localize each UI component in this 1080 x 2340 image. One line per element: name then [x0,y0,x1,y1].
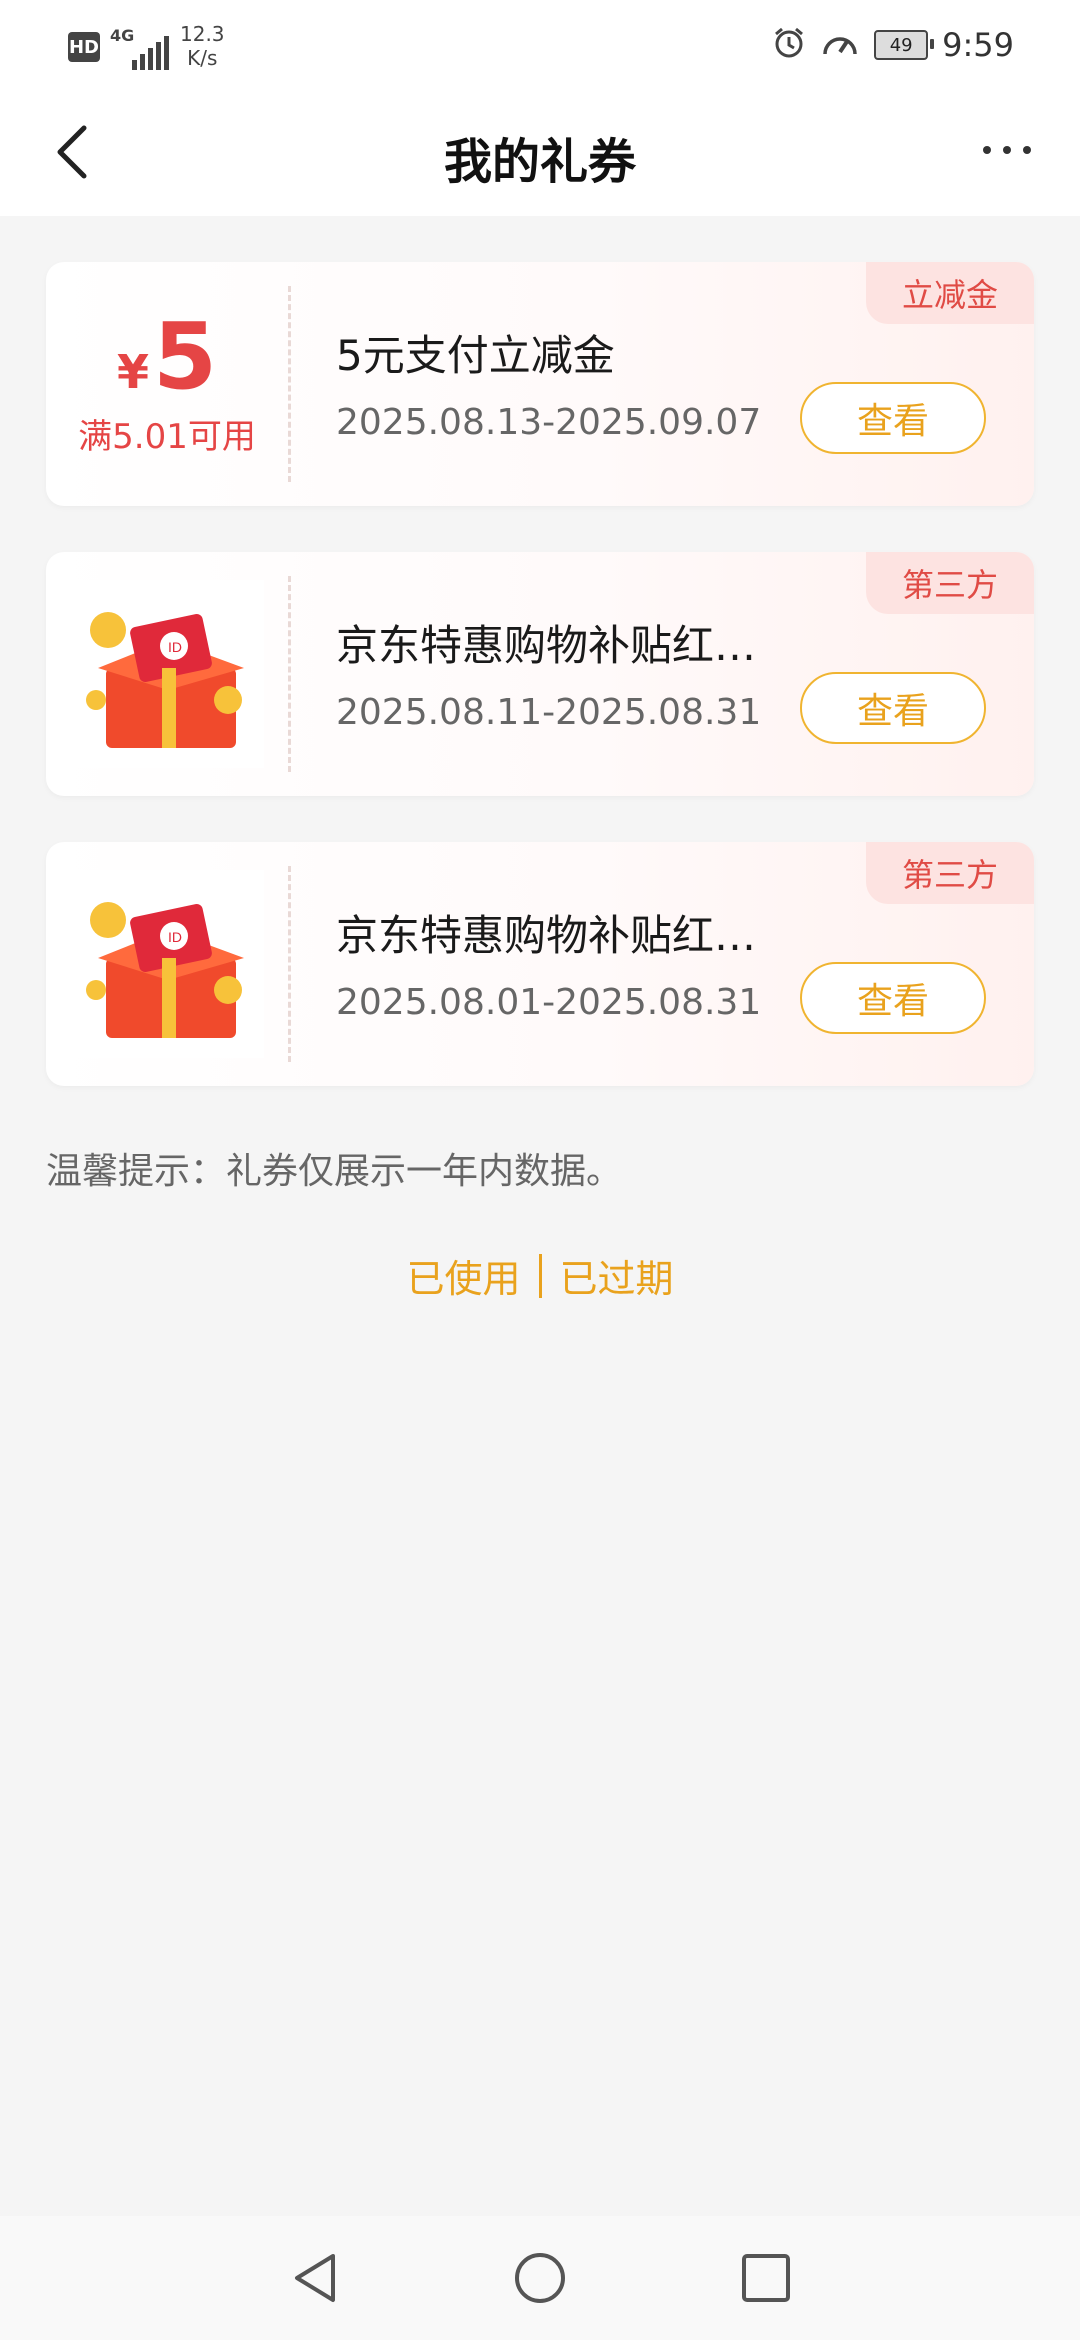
battery-icon: 49 [874,30,935,60]
more-options-button[interactable] [972,130,1042,170]
nav-home-button[interactable] [512,2250,568,2306]
coupon-title: 5元支付立减金 [336,331,615,380]
circle-home-icon [515,2253,565,2303]
expired-link[interactable]: 已过期 [560,1248,674,1303]
page-title: 我的礼券 [443,134,636,190]
dot-icon [1003,146,1011,154]
view-button[interactable]: 查看 [800,962,986,1034]
clock: 9:59 [942,26,1014,64]
view-button[interactable]: 查看 [800,672,986,744]
coupon-date: 2025.08.13-2025.09.07 [336,402,762,443]
coupon-card[interactable]: 第三方 ID 京东特惠购物补贴红… 2025.08.11-2025.08.31 … [46,552,1034,796]
coupon-card[interactable]: 第三方 ID 京东特惠购物补贴红… 2025.08.01-2025.08.31 … [46,842,1034,1086]
triangle-back-icon [295,2254,335,2302]
coupon-amount: ¥5 [116,302,218,410]
nav-recents-button[interactable] [738,2250,794,2306]
dot-icon [983,146,991,154]
dashed-divider [288,286,291,482]
link-separator [538,1253,542,1298]
tips-text: 温馨提示：礼券仅展示一年内数据。 [46,1151,623,1192]
alarm-icon [772,26,806,64]
system-nav-bar [0,2216,1080,2340]
coupon-title: 京东特惠购物补贴红… [336,621,757,670]
network-speed: 12.3 K/s [180,22,225,70]
square-recents-icon [742,2254,790,2302]
history-links: 已使用 已过期 [0,1248,1080,1303]
view-button[interactable]: 查看 [800,382,986,454]
coupon-tag: 第三方 [866,552,1034,614]
coupon-tag: 立减金 [866,262,1034,324]
dot-icon [1023,146,1031,154]
coupon-title: 京东特惠购物补贴红… [336,911,757,960]
svg-text:ID: ID [168,929,182,945]
coupon-date: 2025.08.11-2025.08.31 [336,692,762,733]
hd-icon: HD [68,32,100,62]
min-spend-note: 满5.01可用 [78,416,256,457]
used-link[interactable]: 已使用 [406,1248,520,1303]
dashed-divider [288,576,291,772]
coupon-value: ¥5 满5.01可用 [46,262,288,506]
gift-box-image: ID [68,870,264,1058]
svg-text:ID: ID [168,639,182,655]
app-header: 我的礼券 [0,90,1080,216]
coupon-card[interactable]: 立减金 ¥5 满5.01可用 5元支付立减金 2025.08.13-2025.0… [46,262,1034,506]
coupon-tag: 第三方 [866,842,1034,904]
speedometer-icon [820,26,860,64]
signal-icon: 4G [110,26,170,70]
dashed-divider [288,866,291,1062]
status-bar: HD 4G 12.3 K/s 49 9:59 [0,0,1080,90]
nav-back-button[interactable] [286,2250,342,2306]
gift-box-image: ID [68,580,264,768]
coupon-date: 2025.08.01-2025.08.31 [336,982,762,1023]
